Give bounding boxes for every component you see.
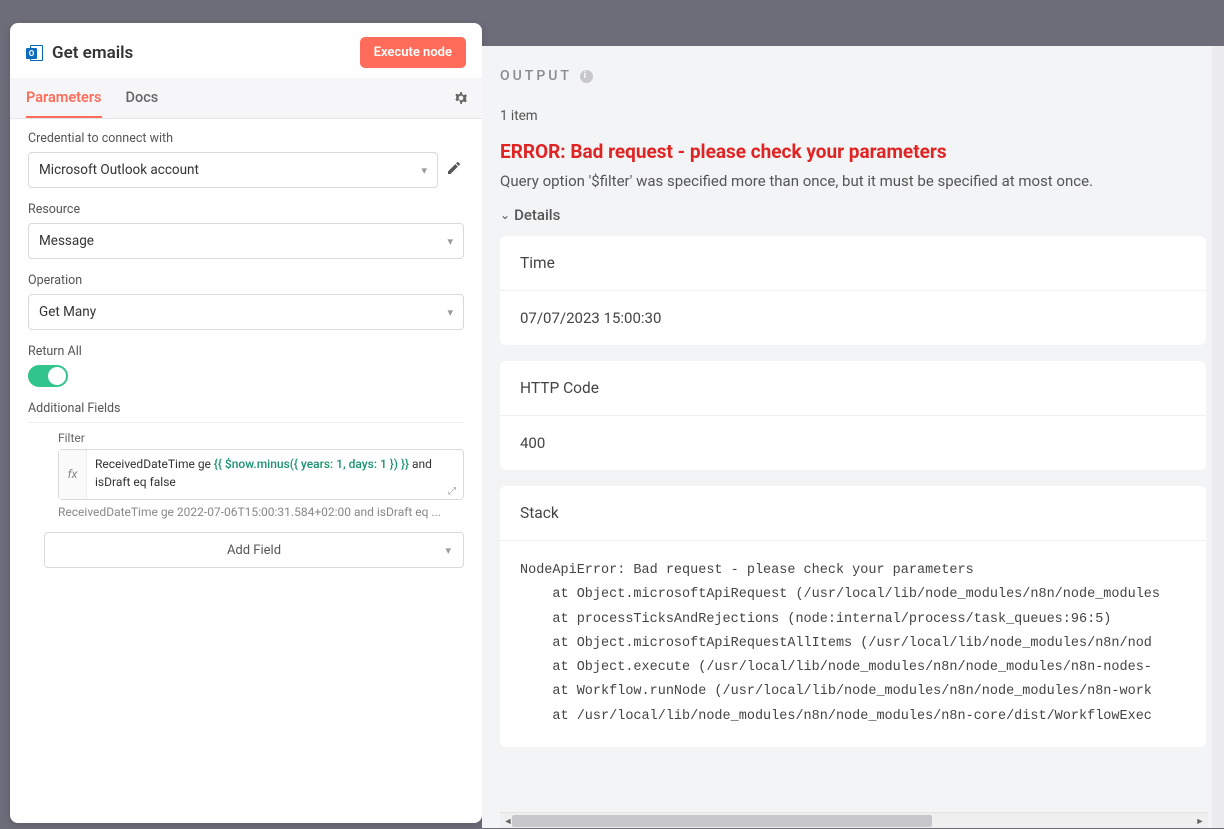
- return-all-label: Return All: [28, 344, 464, 359]
- horizontal-scrollbar[interactable]: ◄ ►: [500, 812, 1208, 828]
- stack-trace: NodeApiError: Bad request - please check…: [500, 541, 1206, 747]
- http-header: HTTP Code: [500, 361, 1206, 416]
- pencil-icon: [446, 160, 462, 176]
- edit-credential-button[interactable]: [446, 160, 464, 180]
- output-heading: OUTPUT i: [500, 68, 1208, 84]
- info-icon[interactable]: i: [580, 70, 593, 83]
- chevron-down-icon: ⌄: [500, 208, 510, 222]
- title-group: O Get emails: [26, 43, 133, 63]
- stack-header: Stack: [500, 486, 1206, 541]
- fx-icon: fx: [59, 450, 87, 499]
- settings-button[interactable]: [448, 90, 482, 106]
- filter-expression-input[interactable]: fx ReceivedDateTime ge {{ $now.minus({ y…: [58, 449, 464, 500]
- outlook-icon: O: [26, 44, 44, 62]
- return-all-field: Return All: [28, 344, 464, 387]
- filter-resolved-value: ReceivedDateTime ge 2022-07-06T15:00:31.…: [58, 505, 464, 521]
- credential-field: Credential to connect with Microsoft Out…: [28, 131, 464, 188]
- node-config-panel: O Get emails Execute node Parameters Doc…: [10, 23, 482, 823]
- chevron-down-icon: ▾: [447, 306, 453, 319]
- additional-fields-title: Additional Fields: [28, 401, 464, 423]
- stack-card: Stack NodeApiError: Bad request - please…: [500, 486, 1206, 747]
- scroll-right-icon[interactable]: ►: [1192, 813, 1208, 829]
- credential-select[interactable]: Microsoft Outlook account ▾: [28, 152, 438, 188]
- chevron-down-icon: ▾: [445, 544, 451, 557]
- tabs-row: Parameters Docs: [10, 78, 482, 119]
- filter-field: Filter fx ReceivedDateTime ge {{ $now.mi…: [58, 431, 464, 520]
- parameters-body: Credential to connect with Microsoft Out…: [10, 119, 482, 823]
- gear-icon: [453, 90, 469, 106]
- panel-header: O Get emails Execute node: [10, 23, 482, 78]
- vertical-scrollbar-track[interactable]: [1212, 46, 1224, 828]
- resource-select[interactable]: Message ▾: [28, 223, 464, 259]
- resource-label: Resource: [28, 202, 464, 217]
- execute-node-button[interactable]: Execute node: [360, 37, 466, 68]
- time-card: Time 07/07/2023 15:00:30: [500, 236, 1206, 345]
- tab-docs[interactable]: Docs: [126, 78, 159, 118]
- chevron-down-icon: ▾: [447, 235, 453, 248]
- scrollbar-thumb[interactable]: [512, 815, 932, 827]
- node-title: Get emails: [52, 43, 133, 63]
- resource-field: Resource Message ▾: [28, 202, 464, 259]
- error-title: ERROR: Bad request - please check your p…: [500, 140, 1208, 163]
- expand-icon[interactable]: ⤢: [448, 485, 460, 497]
- details-toggle[interactable]: ⌄ Details: [500, 206, 1208, 224]
- error-message: Query option '$filter' was specified mor…: [500, 171, 1208, 192]
- http-value: 400: [500, 416, 1206, 470]
- operation-label: Operation: [28, 273, 464, 288]
- output-panel: OUTPUT i 1 item ERROR: Bad request - ple…: [482, 46, 1224, 828]
- operation-field: Operation Get Many ▾: [28, 273, 464, 330]
- credential-label: Credential to connect with: [28, 131, 464, 146]
- return-all-toggle[interactable]: [28, 365, 68, 387]
- filter-label: Filter: [58, 431, 464, 445]
- filter-code-text: ReceivedDateTime ge {{ $now.minus({ year…: [87, 450, 463, 499]
- time-header: Time: [500, 236, 1206, 291]
- time-value: 07/07/2023 15:00:30: [500, 291, 1206, 345]
- item-count: 1 item: [500, 108, 1208, 124]
- http-code-card: HTTP Code 400: [500, 361, 1206, 470]
- operation-select[interactable]: Get Many ▾: [28, 294, 464, 330]
- add-field-button[interactable]: Add Field ▾: [44, 532, 464, 568]
- chevron-down-icon: ▾: [421, 164, 427, 177]
- details-cards: Time 07/07/2023 15:00:30 HTTP Code 400 S…: [500, 236, 1208, 812]
- tab-parameters[interactable]: Parameters: [26, 78, 102, 118]
